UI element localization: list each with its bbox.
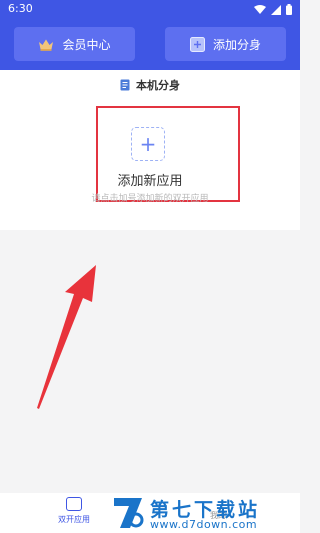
crown-icon — [39, 39, 54, 51]
add-app-label[interactable]: 添加新应用 — [0, 170, 300, 189]
tab-dual-apps[interactable]: 双开应用 — [52, 497, 96, 525]
local-clones-panel: 本机分身 + 添加新应用 请点击加号添加新的双开应用 — [0, 70, 300, 230]
header: 6:30 会员中心 添加分身 — [0, 0, 300, 70]
add-clone-button[interactable]: 添加分身 — [165, 27, 286, 61]
add-square-icon — [189, 36, 205, 52]
section-title: 本机分身 — [0, 75, 300, 95]
plus-icon: + — [139, 132, 157, 156]
add-clone-label: 添加分身 — [212, 37, 261, 52]
signal-icon — [271, 4, 281, 15]
vip-center-label: 会员中心 — [62, 37, 111, 52]
add-app-hint: 请点击加号添加新的双开应用 — [91, 194, 209, 204]
watermark-logo — [114, 498, 144, 528]
vip-center-button[interactable]: 会员中心 — [14, 27, 135, 61]
status-icons — [254, 4, 292, 15]
section-title-label: 本机分身 — [136, 79, 180, 92]
watermark-url: www.d7down.com — [150, 518, 258, 531]
site-watermark: 第七下载站 www.d7down.com — [108, 492, 300, 533]
add-app-tile[interactable]: + — [131, 127, 165, 161]
document-icon — [120, 79, 130, 91]
dual-app-icon — [66, 497, 82, 511]
status-time: 6:30 — [8, 2, 33, 15]
wifi-icon — [254, 4, 266, 14]
battery-icon — [286, 4, 292, 15]
annotation-arrow — [37, 265, 96, 409]
status-bar: 6:30 — [0, 0, 300, 20]
tab-dual-apps-label: 双开应用 — [58, 515, 90, 524]
